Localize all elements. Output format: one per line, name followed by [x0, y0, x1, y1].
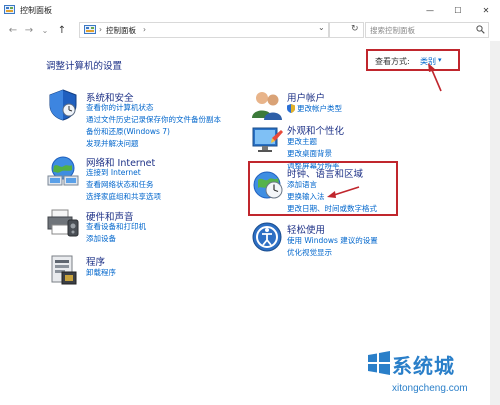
refresh-button[interactable]: ↻	[329, 22, 364, 38]
category-clock-language-region[interactable]: 时钟、语言和区域	[287, 166, 363, 180]
link-change-account-type[interactable]: 更改帐户类型	[297, 103, 342, 114]
refresh-icon: ↻	[351, 24, 359, 34]
link-desktop-background[interactable]: 更改桌面背景	[287, 148, 332, 159]
link-troubleshoot[interactable]: 发现并解决问题	[86, 138, 139, 149]
link-change-theme[interactable]: 更改主题	[287, 136, 317, 147]
breadcrumb-control-panel[interactable]: 控制面板	[106, 25, 136, 36]
breadcrumb-separator: ›	[99, 25, 102, 34]
link-uninstall-program[interactable]: 卸载程序	[86, 267, 116, 278]
watermark-url: xitongcheng.com	[392, 383, 468, 394]
address-dropdown-icon[interactable]: ⌄	[318, 23, 325, 32]
forward-button[interactable]: →	[22, 24, 36, 37]
uac-shield-icon	[287, 104, 295, 113]
user-accounts-icon	[252, 92, 282, 120]
network-globe-icon	[47, 156, 79, 186]
link-connect-internet[interactable]: 连接到 Internet	[86, 167, 141, 178]
close-button[interactable]: ✕	[472, 0, 500, 20]
link-backup-restore[interactable]: 备份和还原(Windows 7)	[86, 126, 170, 137]
up-button[interactable]: ↑	[55, 24, 69, 37]
annotation-arrow-icon	[327, 186, 360, 198]
link-add-language[interactable]: 添加语言	[287, 179, 317, 190]
link-homegroup-sharing[interactable]: 选择家庭组和共享选项	[86, 191, 161, 202]
link-file-history-backup[interactable]: 通过文件历史记录保存你的文件备份副本	[86, 114, 221, 125]
clock-globe-icon	[253, 171, 283, 199]
link-view-computer-status[interactable]: 查看你的计算机状态	[86, 102, 154, 113]
printer-icon	[47, 209, 79, 237]
link-change-input-method[interactable]: 更换输入法	[287, 191, 325, 202]
back-button[interactable]: ←	[6, 24, 20, 37]
search-icon	[476, 25, 485, 34]
category-ease-of-access[interactable]: 轻松使用	[287, 222, 325, 236]
minimize-button[interactable]: —	[416, 0, 444, 20]
category-appearance[interactable]: 外观和个性化	[287, 123, 344, 137]
search-input[interactable]: 搜索控制面板	[365, 22, 489, 38]
link-recommended-settings[interactable]: 使用 Windows 建议的设置	[287, 235, 378, 246]
maximize-button[interactable]: ☐	[444, 0, 472, 20]
window-title: 控制面板	[20, 6, 52, 15]
search-placeholder: 搜索控制面板	[370, 26, 415, 35]
control-panel-icon	[84, 25, 96, 34]
category-programs[interactable]: 程序	[86, 254, 105, 268]
ease-of-access-icon	[252, 222, 282, 252]
appearance-icon	[252, 127, 283, 152]
programs-icon	[51, 255, 77, 285]
watermark-text: 系统城	[392, 354, 455, 378]
page-heading: 调整计算机的设置	[46, 61, 123, 72]
category-user-accounts[interactable]: 用户帐户	[287, 90, 325, 104]
windows-logo-icon	[368, 351, 390, 375]
link-change-date-time-format[interactable]: 更改日期、时间或数字格式	[287, 203, 377, 214]
annotation-arrow-icon	[428, 63, 442, 92]
address-field[interactable]: › 控制面板 › ⌄	[79, 22, 329, 38]
control-panel-icon	[4, 5, 15, 14]
watermark: 系统城 xitongcheng.com	[364, 348, 500, 405]
link-add-device[interactable]: 添加设备	[86, 233, 116, 244]
link-optimize-visual[interactable]: 优化视觉显示	[287, 247, 332, 258]
view-by-label: 查看方式:	[375, 57, 410, 66]
breadcrumb-separator: ›	[143, 25, 146, 34]
recent-locations-button[interactable]: ⌄	[38, 24, 52, 37]
link-devices-printers[interactable]: 查看设备和打印机	[86, 221, 146, 232]
title-bar: 控制面板 — ☐ ✕	[0, 0, 500, 20]
shield-icon	[49, 89, 77, 121]
link-network-status[interactable]: 查看网络状态和任务	[86, 179, 154, 190]
